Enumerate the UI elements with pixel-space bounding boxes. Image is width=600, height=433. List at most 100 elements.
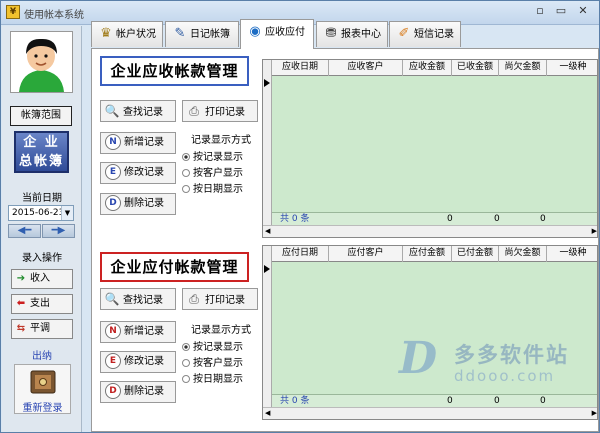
footer-total-outstanding: 0 bbox=[540, 396, 546, 406]
chevron-down-icon[interactable]: ▼ bbox=[61, 206, 73, 220]
expense-button[interactable]: ⬅ 支出 bbox=[11, 294, 73, 314]
radio-by-customer[interactable]: 按客户显示 bbox=[182, 166, 260, 182]
delete-label: 删除记录 bbox=[124, 386, 164, 397]
tab-account-status[interactable]: ♛ 帐户状况 bbox=[91, 21, 163, 47]
printer-icon: ⎙ bbox=[189, 104, 199, 118]
receivable-edit-button[interactable]: E 修改记录 bbox=[100, 162, 176, 184]
print-label: 打印记录 bbox=[205, 107, 245, 118]
radio-by-record[interactable]: 按记录显示 bbox=[182, 340, 260, 356]
scroll-left-icon[interactable]: ◀ bbox=[265, 408, 270, 419]
radio-label: 按客户显示 bbox=[193, 168, 243, 179]
column-header[interactable]: 一级种 bbox=[547, 60, 597, 76]
print-label: 打印记录 bbox=[205, 295, 245, 306]
column-header[interactable]: 应付日期 bbox=[272, 246, 329, 262]
payable-print-button[interactable]: ⎙ 打印记录 bbox=[182, 288, 258, 310]
new-label: 新增记录 bbox=[124, 326, 164, 337]
radio-dot bbox=[182, 185, 190, 193]
transfer-button[interactable]: ⇆ 平调 bbox=[11, 319, 73, 339]
radio-label: 按记录显示 bbox=[193, 152, 243, 163]
radio-by-record[interactable]: 按记录显示 bbox=[182, 150, 260, 166]
grid-footer: 共 0 条 0 0 0 bbox=[272, 394, 597, 407]
tab-receivable-payable[interactable]: ◉ 应收应付 bbox=[240, 19, 314, 49]
column-header[interactable]: 尚欠金额 bbox=[499, 60, 547, 76]
scroll-left-icon[interactable]: ◀ bbox=[265, 226, 270, 237]
column-header[interactable]: 一级种 bbox=[547, 246, 597, 262]
payable-title: 企业应付帐款管理 bbox=[100, 252, 249, 282]
column-header[interactable]: 应收金额 bbox=[403, 60, 452, 76]
left-sidebar: 帐簿范围 企 业 总帐簿 当前日期 2015-06-23 ▼ ◀━ ━▶ 录入操… bbox=[2, 26, 82, 432]
receivable-find-button[interactable]: 🔍 查找记录 bbox=[100, 100, 176, 122]
tab-strip: ♛ 帐户状况 ✎ 日记帐簿 ◉ 应收应付 ⛃ 报表中心 ✐ 短信记录 bbox=[91, 19, 599, 49]
printer-icon: ⎙ bbox=[189, 292, 199, 306]
column-header[interactable]: 已收金额 bbox=[452, 60, 499, 76]
grid-footer: 共 0 条 0 0 0 bbox=[272, 212, 597, 225]
income-button[interactable]: ➔ 收入 bbox=[11, 269, 73, 289]
edit-circle-icon: E bbox=[105, 164, 121, 180]
current-date-picker[interactable]: 2015-06-23 ▼ bbox=[8, 205, 74, 221]
relogin-label: 重新登录 bbox=[22, 403, 63, 414]
receivable-section: 企业应收帐款管理 🔍 查找记录 ⎙ 打印记录 N 新增记录 E 修改记录 D 删除记录 记… bbox=[92, 49, 600, 238]
magnifier-icon: 🔍 bbox=[104, 292, 120, 306]
payable-find-button[interactable]: 🔍 查找记录 bbox=[100, 288, 176, 310]
arrow-right-icon: ➔ bbox=[16, 273, 26, 284]
radio-label: 按日期显示 bbox=[193, 374, 243, 385]
crown-icon: ♛ bbox=[100, 26, 112, 41]
receivable-delete-button[interactable]: D 删除记录 bbox=[100, 193, 176, 215]
company-ledger-button[interactable]: 企 业 总帐簿 bbox=[14, 131, 69, 173]
receivable-print-button[interactable]: ⎙ 打印记录 bbox=[182, 100, 258, 122]
horizontal-scrollbar[interactable]: ◀ ▶ bbox=[263, 225, 597, 237]
maximize-button[interactable]: ▭ bbox=[552, 4, 570, 20]
radio-by-date[interactable]: 按日期显示 bbox=[182, 372, 260, 388]
radio-label: 按日期显示 bbox=[193, 184, 243, 195]
receivable-new-button[interactable]: N 新增记录 bbox=[100, 132, 176, 154]
cashier-link[interactable]: 出纳 bbox=[2, 347, 82, 362]
ledger-btn-line1: 企 业 bbox=[23, 135, 60, 150]
payable-new-button[interactable]: N 新增记录 bbox=[100, 321, 176, 343]
next-date-button[interactable]: ━▶ bbox=[42, 224, 75, 238]
horizontal-scrollbar[interactable]: ◀ ▶ bbox=[263, 407, 597, 419]
radio-by-customer[interactable]: 按客户显示 bbox=[182, 356, 260, 372]
pencil-icon: ✐ bbox=[398, 26, 410, 41]
previous-date-button[interactable]: ◀━ bbox=[8, 224, 41, 238]
close-button[interactable]: ✕ bbox=[574, 4, 592, 20]
delete-circle-icon: D bbox=[105, 195, 121, 211]
date-value: 2015-06-23 bbox=[12, 208, 65, 218]
column-header[interactable]: 应收客户 bbox=[329, 60, 403, 76]
tab-report-center[interactable]: ⛃ 报表中心 bbox=[316, 21, 388, 47]
payable-edit-button[interactable]: E 修改记录 bbox=[100, 351, 176, 373]
entry-operations-label: 录入操作 bbox=[22, 253, 62, 264]
footer-total-receivable: 0 bbox=[447, 214, 453, 224]
footer-total-payable: 0 bbox=[447, 396, 453, 406]
column-header[interactable]: 尚欠金额 bbox=[499, 246, 547, 262]
row-indicator bbox=[263, 246, 272, 409]
radio-label: 按记录显示 bbox=[193, 342, 243, 353]
column-header[interactable]: 已付金额 bbox=[452, 246, 499, 262]
column-header[interactable]: 应付金额 bbox=[403, 246, 452, 262]
magnifier-icon: 🔍 bbox=[104, 104, 120, 118]
expense-label: 支出 bbox=[30, 298, 50, 309]
scroll-right-icon[interactable]: ▶ bbox=[592, 408, 597, 419]
payable-delete-button[interactable]: D 删除记录 bbox=[100, 381, 176, 403]
grid-header: 应付日期 应付客户 应付金额 已付金额 尚欠金额 一级种 bbox=[263, 246, 597, 262]
pen-book-icon: ✎ bbox=[174, 26, 186, 41]
tab-label: 日记帐簿 bbox=[190, 29, 230, 40]
tab-sms-records[interactable]: ✐ 短信记录 bbox=[389, 21, 461, 47]
tab-label: 短信记录 bbox=[414, 29, 454, 40]
footer-total-outstanding: 0 bbox=[540, 214, 546, 224]
relogin-button[interactable]: 重新登录 bbox=[14, 364, 71, 414]
row-pointer-icon bbox=[264, 265, 270, 273]
tab-journal[interactable]: ✎ 日记帐簿 bbox=[165, 21, 239, 47]
edit-label: 修改记录 bbox=[124, 356, 164, 367]
column-header[interactable]: 应付客户 bbox=[329, 246, 403, 262]
scroll-right-icon[interactable]: ▶ bbox=[592, 226, 597, 237]
ledger-range-button[interactable]: 帐簿范围 bbox=[10, 106, 72, 126]
display-mode-label: 记录显示方式 bbox=[191, 325, 251, 336]
restore-button[interactable]: ▫ bbox=[531, 4, 549, 20]
tab-label: 帐户状况 bbox=[116, 29, 156, 40]
delete-label: 删除记录 bbox=[124, 198, 164, 209]
display-mode-label: 记录显示方式 bbox=[191, 135, 251, 146]
column-header[interactable]: 应收日期 bbox=[272, 60, 329, 76]
radio-by-date[interactable]: 按日期显示 bbox=[182, 182, 260, 198]
receivable-grid[interactable]: 应收日期 应收客户 应收金额 已收金额 尚欠金额 一级种 共 0 条 0 0 0… bbox=[262, 59, 598, 238]
new-circle-icon: N bbox=[105, 134, 121, 150]
